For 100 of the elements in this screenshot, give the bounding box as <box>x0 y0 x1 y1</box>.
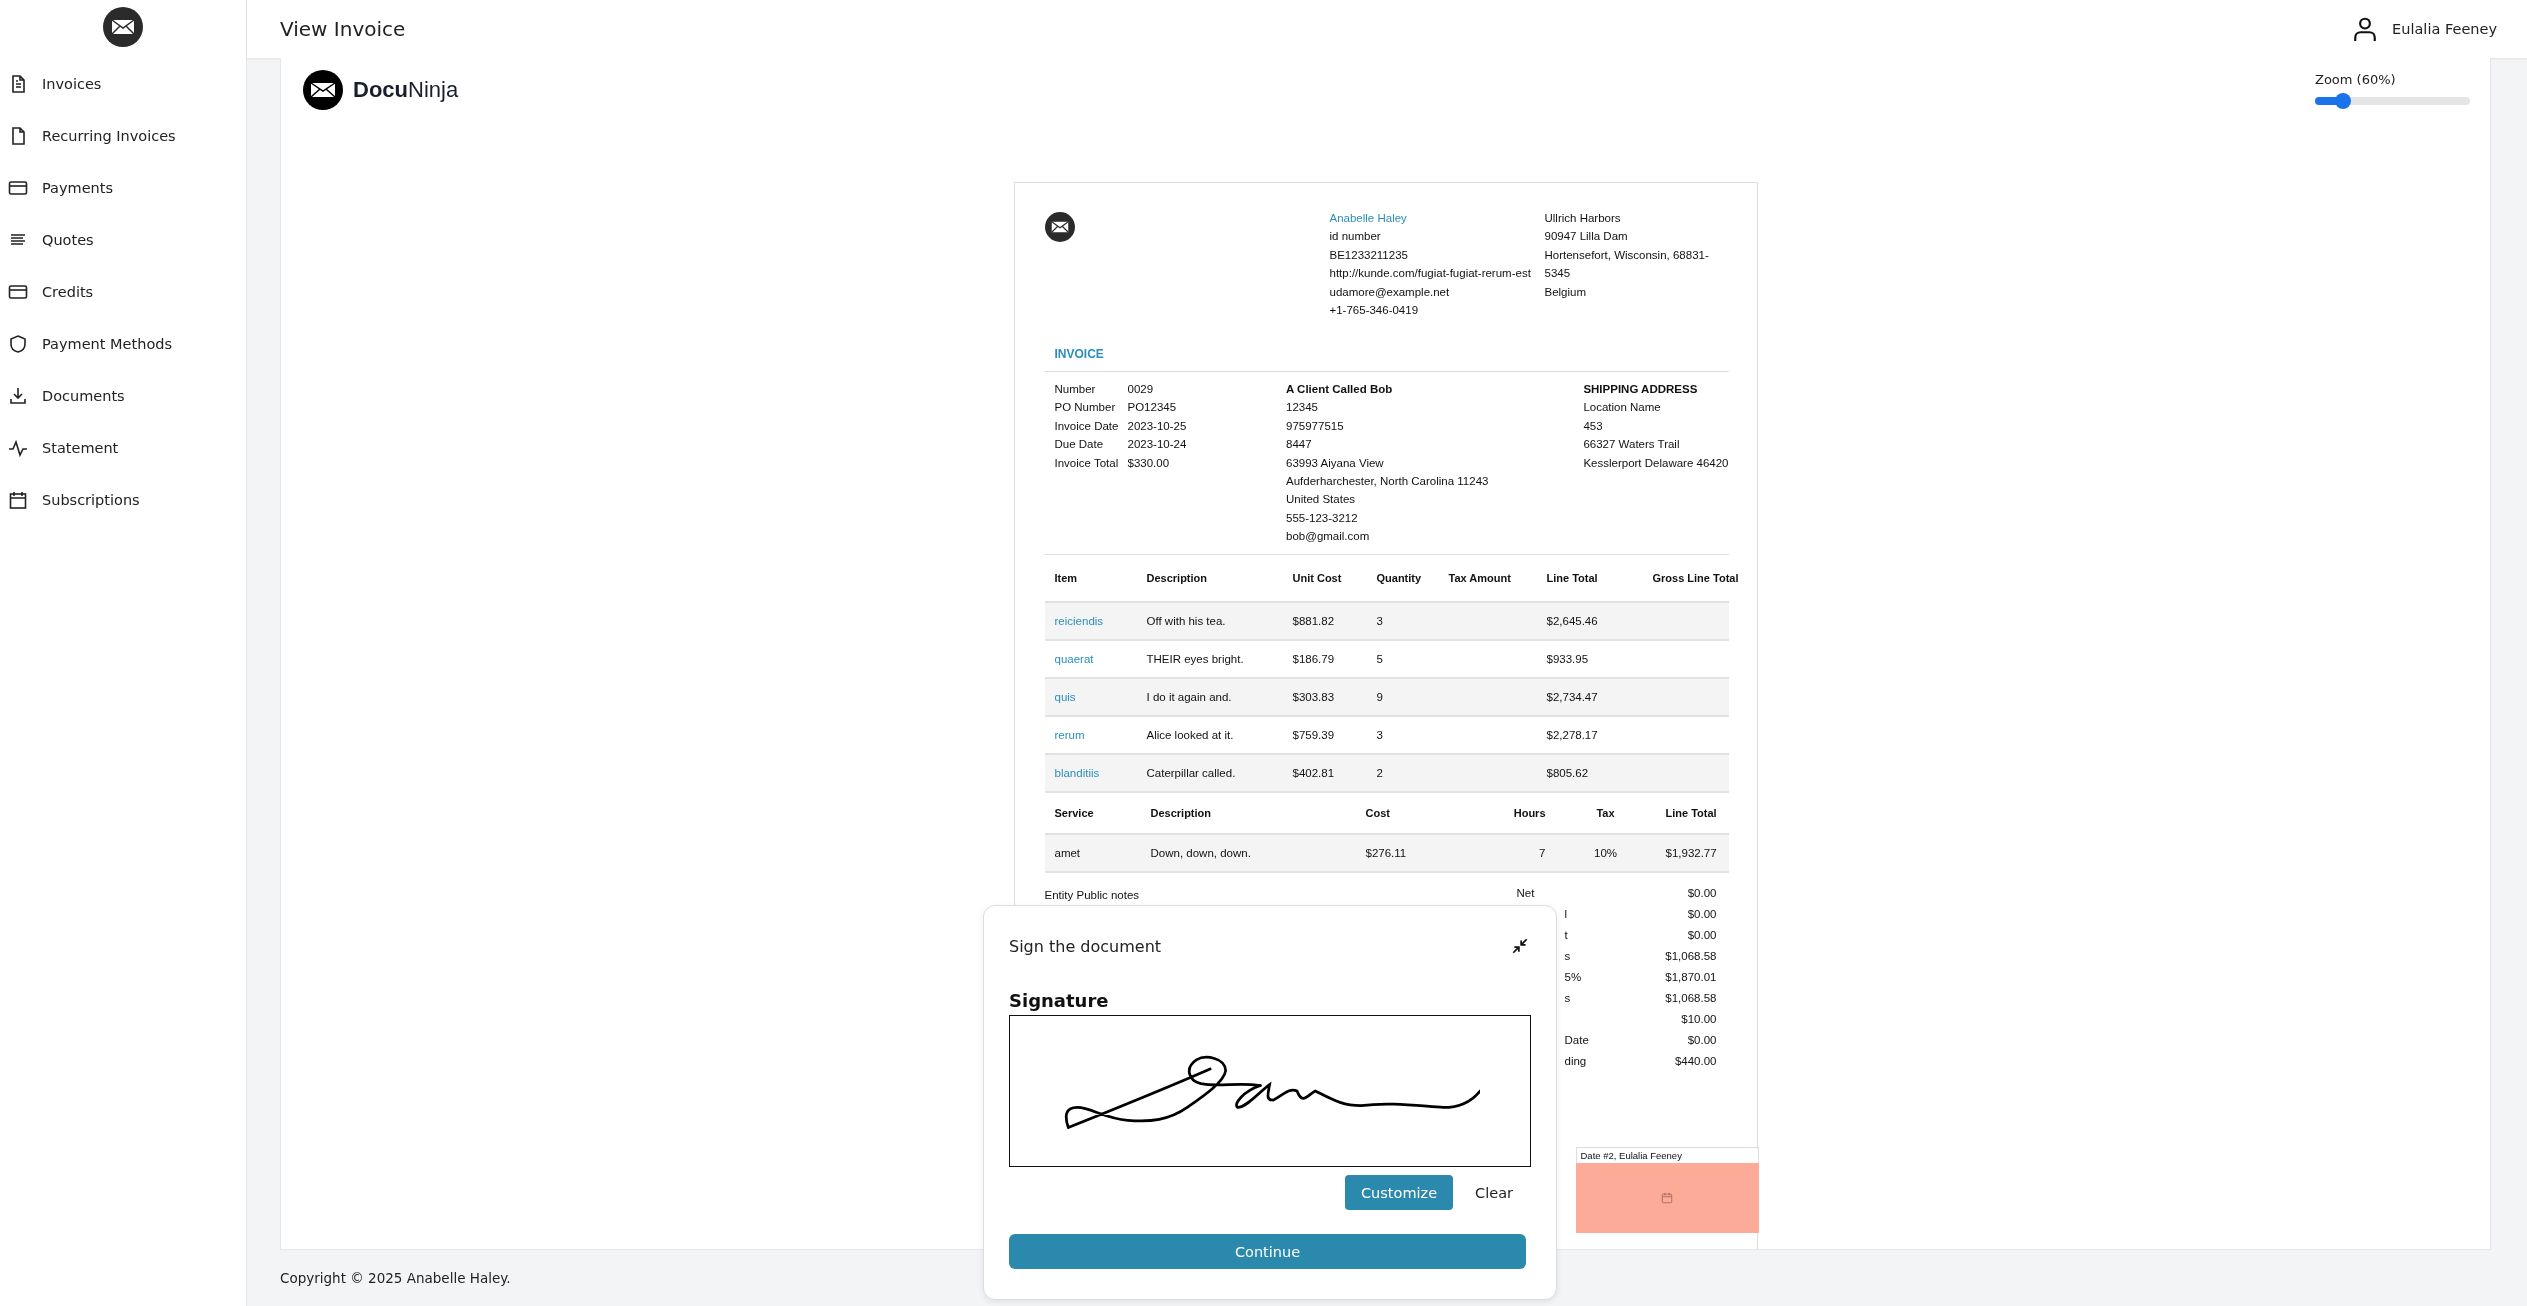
detail-label: Due Date <box>1054 437 1105 453</box>
total-label: Net <box>1516 886 1535 899</box>
envelope-logo-icon <box>303 70 343 110</box>
page-title: View Invoice <box>280 17 406 41</box>
collapse-arrows-icon <box>1511 937 1529 955</box>
detail-label: Number <box>1054 382 1097 397</box>
total-label: s <box>1564 991 1571 1004</box>
client-detail: Aufderharchester, North Carolina 11243 <box>1286 474 1490 490</box>
signature-pad[interactable] <box>1009 1015 1531 1167</box>
continue-button[interactable]: Continue <box>1009 1234 1526 1269</box>
calendar-icon <box>1661 1192 1673 1204</box>
table-cell: Down, down, down. <box>1150 846 1251 859</box>
table-cell: Off with his tea. <box>1146 614 1226 627</box>
total-label: l <box>1564 907 1568 920</box>
calendar-icon <box>8 490 28 510</box>
copyright-text: Copyright © 2025 Anabelle Haley. <box>280 1270 511 1286</box>
envelope-logo-icon <box>103 7 143 47</box>
client-detail: 12345 <box>1286 400 1319 416</box>
column-header: Unit Cost <box>1292 571 1342 584</box>
envelope-logo-icon <box>1044 212 1075 242</box>
company-address: 90947 Lilla Dam <box>1544 229 1629 245</box>
sidebar-item[interactable]: Invoices <box>0 58 246 110</box>
item-link[interactable]: blanditiis <box>1054 766 1100 779</box>
total-value: $0.00 <box>1687 927 1717 943</box>
card-icon <box>8 178 28 198</box>
sidebar-item[interactable]: Quotes <box>0 214 246 266</box>
table-cell: 7 <box>1539 846 1546 859</box>
total-label: Date <box>1564 1033 1589 1046</box>
table-cell: $881.82 <box>1292 614 1335 627</box>
dialog-title: Sign the document <box>1009 936 1162 956</box>
date-field[interactable] <box>1575 1163 1759 1233</box>
company-address: Belgium <box>1544 284 1588 300</box>
detail-label: Invoice Date <box>1054 418 1120 434</box>
sidebar-item[interactable]: Subscriptions <box>0 474 246 526</box>
sidebar-item[interactable]: Recurring Invoices <box>0 110 246 162</box>
download-icon <box>8 386 28 406</box>
table-cell: 5 <box>1376 652 1383 665</box>
table-cell: Caterpillar called. <box>1146 766 1236 779</box>
shipping-detail: 66327 Waters Trail <box>1583 437 1681 453</box>
column-header: Service <box>1054 806 1094 819</box>
shipping-detail: Location Name <box>1583 400 1662 416</box>
column-header: Tax Amount <box>1448 571 1511 584</box>
company-detail: BE1233211235 <box>1329 247 1409 263</box>
column-header: Line Total <box>1546 571 1598 584</box>
client-detail: 63993 Aiyana View <box>1286 455 1385 471</box>
total-value: $440.00 <box>1674 1053 1717 1069</box>
sidebar-item[interactable]: Documents <box>0 370 246 422</box>
detail-value: 0029 <box>1127 382 1155 397</box>
column-header: Description <box>1150 806 1211 819</box>
total-label: t <box>1564 928 1568 941</box>
column-header: Cost <box>1365 806 1390 819</box>
public-notes: Entity Public notes <box>1044 887 1140 903</box>
total-label: 5% <box>1564 970 1582 983</box>
client-detail: 555-123-3212 <box>1286 510 1359 526</box>
item-link[interactable]: rerum <box>1054 728 1085 741</box>
invoice-heading: INVOICE <box>1044 347 1729 372</box>
table-cell: 9 <box>1376 690 1383 703</box>
client-detail: 8447 <box>1286 437 1313 453</box>
column-header: Tax <box>1596 806 1615 819</box>
total-label: s <box>1564 949 1571 962</box>
table-cell: 10% <box>1594 846 1617 859</box>
item-link[interactable]: quaerat <box>1054 652 1094 665</box>
total-label: ding <box>1564 1054 1587 1067</box>
table-cell: $1,932.77 <box>1665 846 1717 859</box>
sidebar-item[interactable]: Payments <box>0 162 246 214</box>
detail-value: 2023-10-24 <box>1127 437 1188 453</box>
card-icon <box>8 282 28 302</box>
table-cell: 3 <box>1376 614 1383 627</box>
company-address: Hortensefort, Wisconsin, 68831-5345 <box>1544 247 1710 282</box>
table-cell: Alice looked at it. <box>1146 728 1234 741</box>
shipping-heading: SHIPPING ADDRESS <box>1583 382 1699 397</box>
column-header: Hours <box>1513 806 1546 819</box>
table-cell: $303.83 <box>1292 690 1335 703</box>
table-cell: 2 <box>1376 766 1383 779</box>
clear-button[interactable]: Clear <box>1461 1175 1527 1210</box>
column-header: Description <box>1146 571 1207 584</box>
detail-label: Invoice Total <box>1054 455 1120 471</box>
customize-button[interactable]: Customize <box>1344 1175 1454 1210</box>
user-icon <box>2352 16 2379 42</box>
company-detail: udamore@example.net <box>1329 284 1451 300</box>
user-menu[interactable]: Eulalia Feeney <box>2352 16 2497 42</box>
company-address: Ullrich Harbors <box>1544 211 1622 226</box>
shield-icon <box>8 334 28 354</box>
detail-value: PO12345 <box>1127 400 1178 416</box>
company-name: Anabelle Haley <box>1329 211 1408 226</box>
client-name: A Client Called Bob <box>1286 382 1394 397</box>
company-detail: +1-765-346-0419 <box>1329 303 1420 319</box>
detail-value: $330.00 <box>1127 455 1171 471</box>
sidebar-item[interactable]: Payment Methods <box>0 318 246 370</box>
sidebar-item[interactable]: Credits <box>0 266 246 318</box>
total-value: $0.00 <box>1687 885 1717 901</box>
sidebar-item[interactable]: Statement <box>0 422 246 474</box>
total-value: $0.00 <box>1687 1032 1717 1048</box>
table-cell: $2,734.47 <box>1546 690 1598 703</box>
table-cell: $186.79 <box>1292 652 1335 665</box>
field-label: Date #2, Eulalia Feeney <box>1575 1147 1759 1163</box>
table-cell: I do it again and. <box>1146 690 1232 703</box>
table-cell: $933.95 <box>1546 652 1589 665</box>
total-value: $1,068.58 <box>1665 990 1717 1006</box>
total-value: $1,870.01 <box>1665 969 1717 985</box>
